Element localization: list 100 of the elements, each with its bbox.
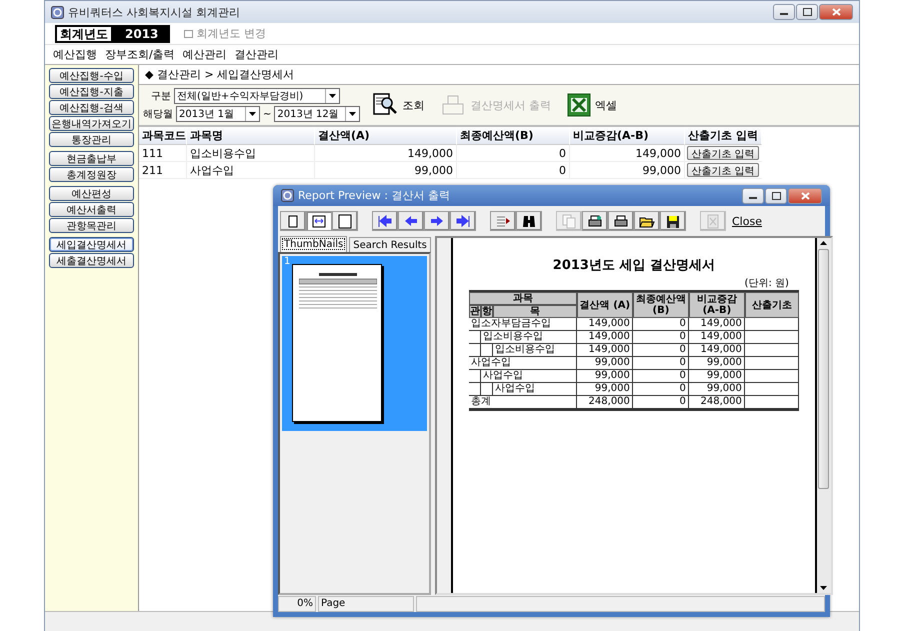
end-month-dropdown[interactable]: 2013년 12월	[274, 106, 360, 122]
table-cell: 99,000	[570, 162, 685, 179]
report-cell: 0	[632, 370, 689, 383]
window-title: 유비쿼터스 사회복지시설 회계관리	[68, 4, 241, 20]
report-cell: 99,000	[688, 357, 745, 370]
report-header-cell: 최종예산액 (B)	[632, 292, 689, 318]
sidebar-button[interactable]: 관항목관리	[49, 218, 134, 233]
toolbar-button[interactable]	[608, 211, 634, 231]
toolbar-button[interactable]	[280, 211, 306, 231]
menu-item[interactable]: 장부조회/출력	[105, 47, 175, 62]
sidebar-button[interactable]: 총계정원장	[49, 167, 134, 182]
report-header-cell: 목	[492, 305, 577, 318]
empty-cell	[468, 370, 481, 383]
toolbar-button[interactable]	[332, 211, 358, 231]
save-icon	[665, 214, 681, 228]
report-header-cell: 과목	[468, 292, 577, 305]
page-close-icon	[705, 214, 721, 228]
minimize-button[interactable]	[773, 4, 795, 20]
report-cell: 0	[632, 331, 689, 344]
toolbar-button[interactable]	[660, 211, 686, 231]
maximize-button[interactable]	[796, 4, 818, 20]
table-cell: 사업수입	[187, 162, 315, 179]
printer-icon	[587, 214, 603, 228]
report-cell: 99,000	[576, 370, 633, 383]
report-cell: 248,000	[576, 396, 633, 409]
toolbar-button[interactable]	[516, 211, 542, 231]
sidebar-button[interactable]: 예산집행-검색	[49, 100, 134, 115]
toolbar-button[interactable]	[490, 211, 516, 231]
sidebar-button[interactable]: 예산서출력	[49, 202, 134, 217]
tab[interactable]: Search Results	[349, 237, 431, 252]
tab[interactable]: ThumbNails	[280, 236, 348, 252]
report-cell: 입소자부담금수입	[468, 318, 577, 331]
column-header: 산출기초 입력	[685, 127, 762, 145]
maximize-icon	[802, 8, 812, 16]
report-cell: 0	[632, 318, 689, 331]
minimize-button[interactable]	[742, 188, 764, 204]
fit-width-icon	[311, 214, 327, 228]
close-button[interactable]	[788, 188, 822, 204]
report-cell: 입소비용수입	[492, 344, 577, 357]
close-button[interactable]	[819, 4, 853, 20]
search-button[interactable]: 조회	[368, 92, 428, 118]
sidebar-button[interactable]: 예산집행-수입	[49, 68, 134, 83]
start-month-dropdown[interactable]: 2013년 1월	[176, 106, 260, 122]
report-cell: 248,000	[688, 396, 745, 409]
empty-cell	[480, 344, 493, 357]
report-cell: 총계	[468, 396, 577, 409]
range-separator: ~	[263, 108, 272, 120]
calendar-icon	[184, 30, 194, 38]
right-arrow-icon	[429, 214, 445, 228]
report-header-cell: 항	[480, 305, 493, 318]
print-icon	[613, 214, 629, 228]
empty-cell	[468, 344, 481, 357]
toolbar-button[interactable]	[634, 211, 660, 231]
sidebar-button[interactable]: 세출결산명세서	[49, 253, 134, 268]
sidebar-button[interactable]: 은행내역가져오기	[49, 116, 134, 131]
category-dropdown[interactable]: 전체(일반+수익자부담경비)	[174, 88, 340, 104]
report-cell: 149,000	[688, 318, 745, 331]
table-cell: 0	[457, 162, 570, 179]
report-cell: 149,000	[576, 331, 633, 344]
list-arrow-icon	[495, 214, 511, 228]
basis-input-button[interactable]: 산출기초 입력	[687, 163, 759, 177]
app-icon	[281, 189, 294, 202]
change-year-link[interactable]: 회계년도 변경	[184, 26, 266, 41]
app-icon	[51, 6, 64, 18]
close-link[interactable]: Close	[732, 214, 762, 228]
caret-icon	[249, 112, 256, 116]
report-cell: 149,000	[576, 318, 633, 331]
empty-cell	[468, 383, 481, 396]
table-cell: 입소비용수입	[187, 145, 315, 162]
page-icon	[337, 214, 353, 228]
sidebar-button[interactable]: 세입결산명세서	[49, 237, 134, 252]
scrollbar-thumb[interactable]	[818, 249, 830, 489]
toolbar-button[interactable]	[582, 211, 608, 231]
report-cell: 99,000	[576, 357, 633, 370]
menu-item[interactable]: 결산관리	[234, 47, 279, 62]
report-cell: 149,000	[688, 331, 745, 344]
empty-cell	[480, 383, 493, 396]
scroll-up-icon[interactable]	[820, 241, 828, 245]
report-cell: 사업수입	[480, 370, 577, 383]
report-cell: 입소비용수입	[480, 331, 577, 344]
sidebar-button[interactable]: 예산집행-지출	[49, 84, 134, 99]
basis-input-button[interactable]: 산출기초 입력	[687, 146, 759, 160]
menu-item[interactable]: 예산관리	[182, 47, 227, 62]
scroll-down-icon[interactable]	[820, 586, 828, 590]
sidebar-button[interactable]: 현금출납부	[49, 151, 134, 166]
table-cell: 0	[457, 145, 570, 162]
sidebar-button[interactable]: 통장관리	[49, 132, 134, 147]
sidebar-button[interactable]: 예산편성	[49, 186, 134, 201]
toolbar-button[interactable]	[306, 211, 332, 231]
report-cell: 0	[632, 357, 689, 370]
column-header: 과목명	[187, 127, 315, 145]
report-cell: 사업수입	[468, 357, 577, 370]
dialog-title: Report Preview : 결산서 출력	[298, 188, 451, 203]
caret-icon	[349, 112, 356, 116]
excel-button[interactable]: 엑셀	[562, 93, 621, 117]
fiscal-year-label: 회계년도	[55, 24, 113, 42]
menu-item[interactable]: 예산집행	[53, 47, 97, 62]
maximize-button[interactable]	[765, 188, 787, 204]
vertical-scrollbar[interactable]	[816, 238, 831, 593]
report-cell: 149,000	[576, 344, 633, 357]
